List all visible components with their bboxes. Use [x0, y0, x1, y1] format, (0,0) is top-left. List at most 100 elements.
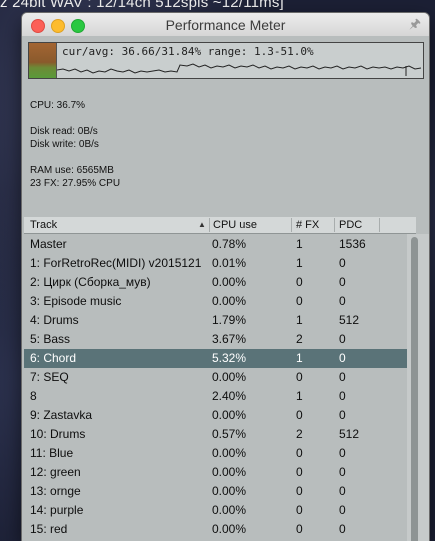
- title-bar[interactable]: Performance Meter 🖈: [22, 13, 429, 37]
- track-name-cell: 11: Blue: [30, 446, 74, 460]
- pdc-cell: 0: [339, 351, 346, 365]
- table-row[interactable]: 10: Drums 0.57% 2 512: [24, 425, 407, 444]
- pdc-cell: 0: [339, 294, 346, 308]
- window-title: Performance Meter: [165, 17, 286, 33]
- pdc-cell: 0: [339, 503, 346, 517]
- column-divider[interactable]: [209, 218, 210, 232]
- table-row[interactable]: 1: ForRetroRec(MIDI) v2015121 0.01% 1 0: [24, 254, 407, 273]
- pdc-cell: 0: [339, 446, 346, 460]
- table-row[interactable]: 13: ornge 0.00% 0 0: [24, 482, 407, 501]
- pin-icon[interactable]: 🖈: [409, 15, 421, 37]
- cpu-usage-text: CPU: 36.7%: [30, 100, 86, 111]
- pdc-cell: 0: [339, 408, 346, 422]
- table-row[interactable]: Master 0.78% 1 1536: [24, 235, 407, 254]
- table-row[interactable]: 7: SEQ 0.00% 0 0: [24, 368, 407, 387]
- table-row[interactable]: 12: green 0.00% 0 0: [24, 463, 407, 482]
- sort-ascending-icon[interactable]: ▲: [198, 220, 206, 229]
- fx-cpu-text: 23 FX: 27.95% CPU: [30, 178, 121, 189]
- track-name-cell: 8: [30, 389, 37, 403]
- pdc-cell: 0: [339, 275, 346, 289]
- table-row[interactable]: 14: purple 0.00% 0 0: [24, 501, 407, 520]
- table-row[interactable]: 9: Zastavka 0.00% 0 0: [24, 406, 407, 425]
- table-row[interactable]: 8 2.40% 1 0: [24, 387, 407, 406]
- cpu-use-cell: 0.00%: [212, 465, 247, 479]
- cpu-use-cell: 0.00%: [212, 408, 247, 422]
- stats-panel: cur/avg: 36.66/31.84% range: 1.3-51.0% C…: [22, 36, 429, 227]
- pdc-cell: 0: [339, 370, 346, 384]
- column-divider[interactable]: [379, 218, 380, 232]
- fx-count-cell: 0: [296, 294, 303, 308]
- background-window-title: z 24bit WAV : 12/14ch 512spls ~12/11ms]: [0, 0, 284, 11]
- cpu-use-cell: 3.67%: [212, 332, 247, 346]
- track-name-cell: 15: red: [30, 522, 68, 536]
- cpu-use-cell: 5.32%: [212, 351, 247, 365]
- cpu-use-cell: 0.00%: [212, 294, 247, 308]
- cpu-use-cell: 0.00%: [212, 370, 247, 384]
- table-row[interactable]: 2: Цирк (Сборка_мув) 0.00% 0 0: [24, 273, 407, 292]
- cpu-use-cell: 0.57%: [212, 427, 247, 441]
- fx-count-cell: 1: [296, 256, 303, 270]
- cpu-use-cell: 0.00%: [212, 484, 247, 498]
- track-name-cell: 7: SEQ: [30, 370, 69, 384]
- meter-summary: cur/avg: 36.66/31.84% range: 1.3-51.0%: [62, 45, 314, 58]
- table-row[interactable]: 11: Blue 0.00% 0 0: [24, 444, 407, 463]
- disk-write-text: Disk write: 0B/s: [30, 139, 99, 150]
- table-row[interactable]: 4: Drums 1.79% 1 512: [24, 311, 407, 330]
- pdc-cell: 1536: [339, 237, 366, 251]
- fx-count-cell: 1: [296, 351, 303, 365]
- track-name-cell: 6: Chord: [30, 351, 77, 365]
- fx-count-cell: 0: [296, 503, 303, 517]
- cpu-use-cell: 2.40%: [212, 389, 247, 403]
- fx-count-cell: 0: [296, 484, 303, 498]
- cpu-use-cell: 0.00%: [212, 522, 247, 536]
- fx-count-cell: 2: [296, 332, 303, 346]
- fx-count-cell: 2: [296, 427, 303, 441]
- track-table: Track ▲ CPU use # FX PDC Master 0.78% 1 153…: [22, 217, 429, 541]
- column-header-track[interactable]: Track: [30, 219, 57, 231]
- pdc-cell: 0: [339, 332, 346, 346]
- column-header-pdc[interactable]: PDC: [339, 219, 362, 231]
- pdc-cell: 512: [339, 427, 360, 441]
- track-name-cell: 14: purple: [30, 503, 84, 517]
- table-row[interactable]: 6: Chord 5.32% 1 0: [24, 349, 407, 368]
- track-name-cell: 5: Bass: [30, 332, 71, 346]
- table-row[interactable]: 5: Bass 3.67% 2 0: [24, 330, 407, 349]
- column-header-fx[interactable]: # FX: [296, 219, 319, 231]
- cpu-use-cell: 0.00%: [212, 446, 247, 460]
- ram-usage-text: RAM use: 6565MB: [30, 165, 114, 176]
- track-name-cell: 1: ForRetroRec(MIDI) v2015121: [30, 256, 202, 270]
- track-name-cell: 13: ornge: [30, 484, 81, 498]
- scrollbar-thumb[interactable]: [411, 237, 418, 541]
- track-name-cell: 3: Episode music: [30, 294, 122, 308]
- fx-count-cell: 0: [296, 522, 303, 536]
- pdc-cell: 0: [339, 484, 346, 498]
- fx-count-cell: 0: [296, 465, 303, 479]
- performance-meter-window: Performance Meter 🖈 cur/avg: 36.66/31.84…: [22, 13, 429, 541]
- fx-count-cell: 1: [296, 237, 303, 251]
- fx-count-cell: 1: [296, 389, 303, 403]
- pdc-cell: 0: [339, 522, 346, 536]
- table-row[interactable]: 15: red 0.00% 0 0: [24, 520, 407, 539]
- table-header: Track ▲ CPU use # FX PDC: [24, 217, 416, 234]
- cpu-use-cell: 1.79%: [212, 313, 247, 327]
- cpu-use-cell: 0.78%: [212, 237, 247, 251]
- track-name-cell: Master: [30, 237, 67, 251]
- track-name-cell: 2: Цирк (Сборка_мув): [30, 275, 151, 289]
- column-divider[interactable]: [291, 218, 292, 232]
- cpu-use-cell: 0.00%: [212, 503, 247, 517]
- cpu-use-cell: 0.01%: [212, 256, 247, 270]
- column-header-cpu[interactable]: CPU use: [213, 219, 257, 231]
- fx-count-cell: 0: [296, 408, 303, 422]
- cpu-meter-graph[interactable]: cur/avg: 36.66/31.84% range: 1.3-51.0%: [28, 42, 424, 79]
- column-divider[interactable]: [334, 218, 335, 232]
- pdc-cell: 0: [339, 256, 346, 270]
- pdc-cell: 0: [339, 389, 346, 403]
- vertical-scrollbar[interactable]: [407, 234, 429, 541]
- fx-count-cell: 0: [296, 275, 303, 289]
- fx-count-cell: 0: [296, 446, 303, 460]
- pdc-cell: 0: [339, 465, 346, 479]
- fx-count-cell: 0: [296, 370, 303, 384]
- cpu-history-line: [57, 63, 422, 76]
- table-row[interactable]: 3: Episode music 0.00% 0 0: [24, 292, 407, 311]
- disk-read-text: Disk read: 0B/s: [30, 126, 98, 137]
